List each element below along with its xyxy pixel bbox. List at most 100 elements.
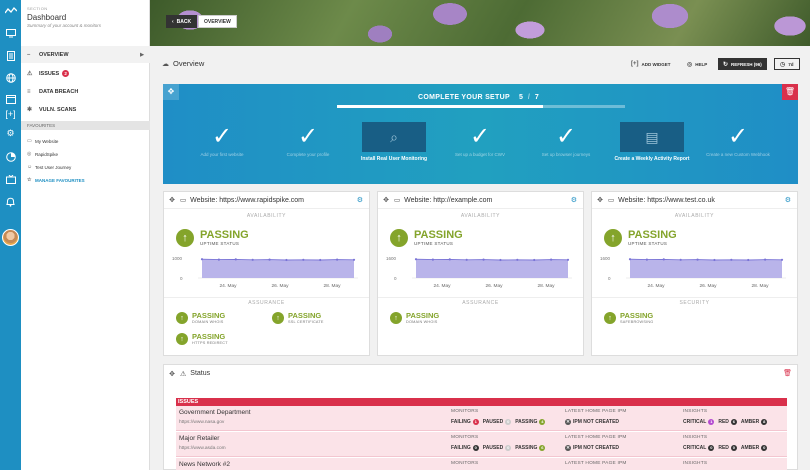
refresh-button[interactable]: ↻ REFRESH (96) bbox=[718, 58, 767, 70]
check-label: HTTPS REDIRECT bbox=[192, 341, 228, 345]
period-label: 7d bbox=[788, 61, 794, 67]
chevron-left-icon: ‹ bbox=[172, 18, 174, 25]
setup-step[interactable]: ✓ Set up browser journeys bbox=[527, 116, 605, 178]
setup-step-label: Set up browser journeys bbox=[541, 152, 591, 157]
uptime-point bbox=[336, 258, 339, 261]
insight-counts: CRITICAL 0 RED 0 AMBER 0 bbox=[683, 445, 771, 451]
tv-icon[interactable] bbox=[4, 173, 17, 186]
back-button[interactable]: ‹ BACK bbox=[166, 15, 198, 28]
nav-item-vuln-scans[interactable]: ✱ VULN. SCANS bbox=[21, 101, 150, 118]
manage-favourites-link[interactable]: ☆ MANAGE FAVOURITES bbox=[27, 177, 85, 183]
nav-item-overview[interactable]: – OVERVIEW ▶ bbox=[21, 46, 150, 63]
setup-counter: 5/7 bbox=[519, 94, 539, 101]
check-domain-whois[interactable]: ↑ PASSING DOMAIN WHOIS bbox=[390, 312, 439, 324]
critical-label: CRITICAL bbox=[683, 445, 707, 451]
card-title[interactable]: Website: https://www.test.co.uk bbox=[618, 197, 715, 204]
uptime-point bbox=[268, 258, 271, 261]
uptime-line bbox=[629, 258, 783, 261]
arrow-up-icon: ↑ bbox=[176, 229, 194, 247]
issue-row[interactable]: Major Retailer https://www.asda.com MONI… bbox=[176, 432, 787, 457]
passing-count: 4 bbox=[539, 419, 546, 425]
move-handle-icon[interactable]: ✥ bbox=[592, 196, 608, 204]
issue-row[interactable]: News Network #2 MONITORS LATEST HOME PAG… bbox=[176, 458, 787, 470]
help-button[interactable]: ◎ HELP bbox=[687, 58, 707, 70]
paused-label: PAUSED bbox=[482, 419, 504, 425]
check-ssl-certificate[interactable]: ↑ PASSING SSL CERTIFICATE bbox=[272, 312, 324, 324]
gear-icon[interactable]: ⚙ bbox=[785, 196, 791, 204]
avatar[interactable] bbox=[2, 229, 19, 246]
pie-chart-icon[interactable] bbox=[4, 150, 17, 163]
uptime-point bbox=[747, 258, 750, 262]
move-handle-icon[interactable]: ✥ bbox=[164, 370, 180, 378]
monitor-icon[interactable] bbox=[4, 27, 17, 40]
checkmark-icon: ✓ bbox=[211, 123, 233, 150]
insight-counts: CRITICAL 1 RED 6 AMBER 8 bbox=[683, 419, 771, 425]
document-icon[interactable] bbox=[4, 49, 17, 62]
uptime-point bbox=[662, 258, 665, 261]
uptime-point bbox=[533, 258, 536, 262]
critical-count: 1 bbox=[708, 419, 715, 425]
issue-site-name[interactable]: Major Retailer bbox=[179, 435, 219, 442]
monitor-counts: FAILING 0 PAUSED 0 PASSING 6 bbox=[451, 445, 549, 451]
website-card: ✥ ▭ Website: https://www.rapidspike.com … bbox=[163, 191, 370, 356]
favourite-item[interactable]: ☺ Test User Journey bbox=[27, 164, 71, 170]
move-handle-icon[interactable]: ✥ bbox=[378, 196, 394, 204]
trash-icon[interactable]: 🗑 bbox=[783, 369, 792, 377]
favourite-item[interactable]: ◎ RapidSpike bbox=[27, 151, 58, 157]
logo-icon[interactable] bbox=[4, 4, 17, 17]
delete-widget-button[interactable]: 🗑 bbox=[782, 84, 798, 100]
browser-icon[interactable] bbox=[4, 93, 17, 106]
check-status: PASSING bbox=[192, 332, 226, 341]
y-axis-min-label: 0 bbox=[608, 276, 611, 281]
check-safebrowsing[interactable]: ↑ PASSING SAFEBROWSING bbox=[604, 312, 653, 324]
failing-label: FAILING bbox=[451, 419, 471, 425]
setup-step[interactable]: ⌕ Install Real User Monitoring bbox=[355, 116, 433, 178]
move-handle-icon[interactable]: ✥ bbox=[163, 84, 179, 100]
availability-label: AVAILABILITY bbox=[674, 213, 715, 219]
nav-item-issues[interactable]: ⚠ ISSUES 2 bbox=[21, 65, 150, 82]
checkmark-icon: ✓ bbox=[727, 123, 749, 150]
setup-step[interactable]: ▤ Create a Weekly Activity Report bbox=[613, 116, 691, 178]
gear-icon[interactable]: ⚙ bbox=[4, 127, 17, 140]
issue-site-name[interactable]: Government Department bbox=[179, 409, 251, 416]
globe-icon[interactable] bbox=[4, 71, 17, 84]
monitor-icon: ▭ bbox=[27, 138, 32, 144]
uptime-point bbox=[251, 258, 254, 261]
uptime-point bbox=[431, 258, 434, 261]
check-https-redirect[interactable]: ↑ PASSING HTTPS REDIRECT bbox=[176, 333, 228, 345]
code-bracket-icon[interactable]: [+] bbox=[4, 107, 17, 120]
card-title[interactable]: Website: https://www.rapidspike.com bbox=[190, 197, 304, 204]
setup-step[interactable]: ✓ Complete your profile bbox=[269, 116, 347, 178]
gear-icon[interactable]: ⚙ bbox=[357, 196, 363, 204]
setup-step[interactable]: ✓ Add your first website bbox=[183, 116, 261, 178]
setup-step-label: Create a Weekly Activity Report bbox=[614, 156, 690, 162]
bug-icon: ✱ bbox=[27, 107, 33, 113]
section-label: SECTION bbox=[27, 6, 48, 11]
gear-icon[interactable]: ⚙ bbox=[571, 196, 577, 204]
setup-progress-fill bbox=[337, 105, 543, 108]
check-domain-whois[interactable]: ↑ PASSING DOMAIN WHOIS bbox=[176, 312, 225, 324]
period-button[interactable]: ◷ 7d bbox=[774, 58, 800, 70]
uptime-line bbox=[415, 258, 569, 261]
setup-step[interactable]: ✓ Set up a budget for CWV bbox=[441, 116, 519, 178]
card-header: ✥ ▭ Website: http://example.com ⚙ bbox=[378, 192, 583, 209]
issue-site-name[interactable]: News Network #2 bbox=[179, 461, 230, 468]
x-axis-tick-label: 24. May bbox=[647, 283, 665, 289]
nav-item-data-breach[interactable]: ≡ DATA BREACH bbox=[21, 83, 150, 100]
dash-icon: – bbox=[27, 51, 31, 58]
monitors-header: MONITORS bbox=[451, 409, 479, 414]
check-label: DOMAIN WHOIS bbox=[192, 320, 224, 324]
arrow-up-icon: ↑ bbox=[272, 312, 284, 324]
monitors-header: MONITORS bbox=[451, 461, 479, 466]
bell-icon[interactable] bbox=[4, 195, 17, 208]
move-handle-icon[interactable]: ✥ bbox=[164, 196, 180, 204]
add-widget-button[interactable]: [+] ADD WIDGET bbox=[631, 58, 671, 70]
favourite-item[interactable]: ▭ My Website bbox=[27, 138, 58, 144]
uptime-point bbox=[200, 258, 204, 261]
overview-button[interactable]: OVERVIEW bbox=[198, 15, 237, 28]
issue-row[interactable]: Government Department https://www.nasa.g… bbox=[176, 406, 787, 431]
card-title[interactable]: Website: http://example.com bbox=[404, 197, 492, 204]
red-count: 0 bbox=[730, 445, 737, 451]
website-card: ✥ ▭ Website: https://www.test.co.uk ⚙ AV… bbox=[591, 191, 798, 356]
setup-step[interactable]: ✓ Create a new Custom Webhook bbox=[699, 116, 777, 178]
